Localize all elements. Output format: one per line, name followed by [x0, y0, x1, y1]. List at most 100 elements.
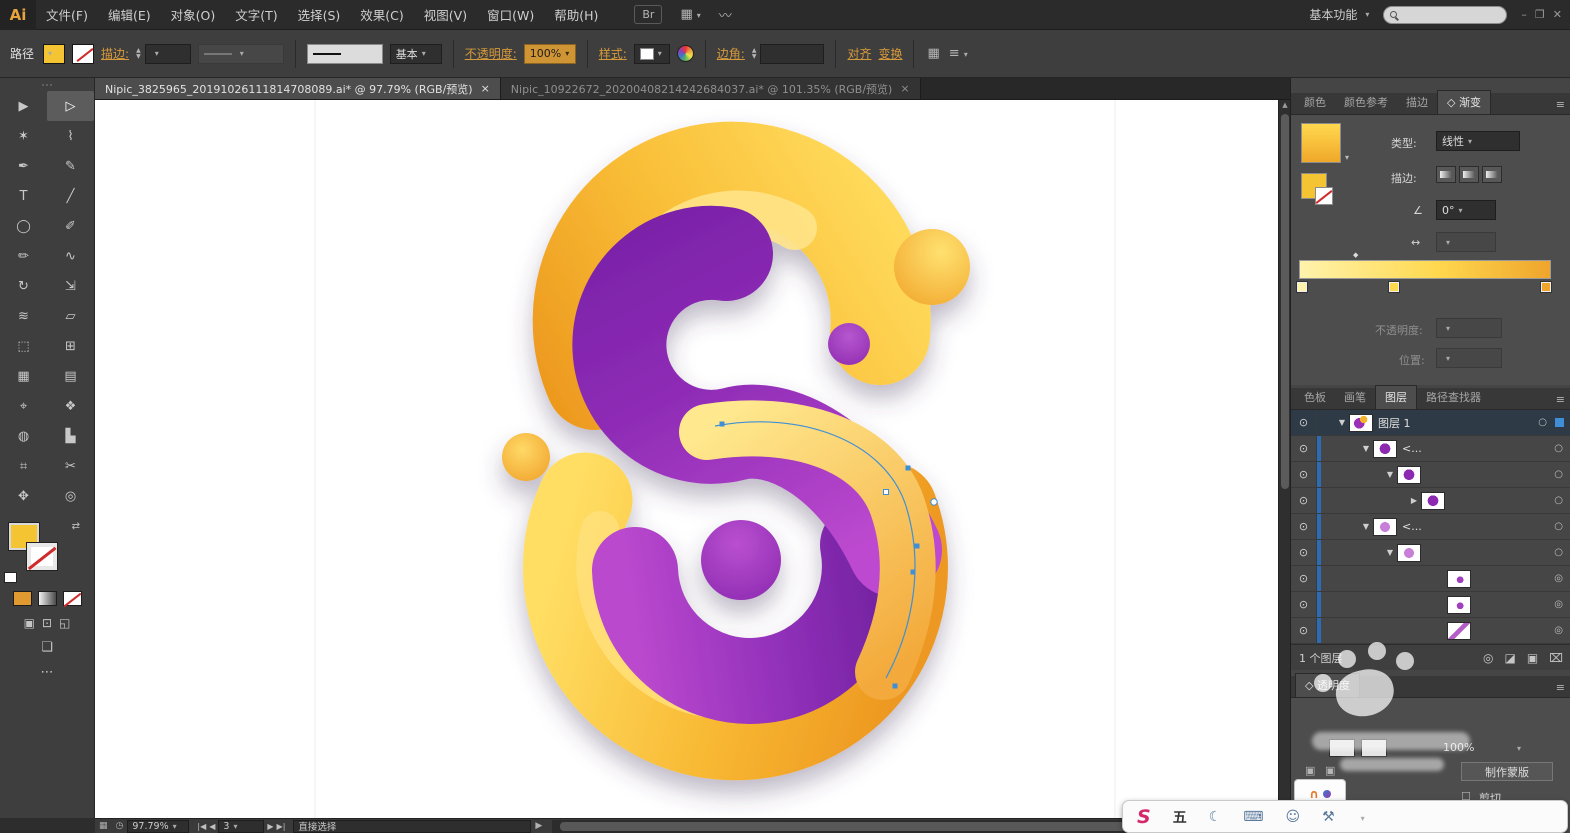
tab-brushes[interactable]: 画笔	[1335, 386, 1375, 409]
arrange-documents-icon[interactable]: ▦	[680, 7, 700, 22]
gradient-stroke-proxy[interactable]	[1315, 187, 1333, 205]
width-tool[interactable]: ≋	[0, 301, 47, 331]
gradient-stroke-across-button[interactable]	[1482, 166, 1502, 183]
new-layer-icon[interactable]: ▣	[1527, 651, 1538, 665]
gradient-tool[interactable]: ▤	[47, 361, 94, 391]
next-artboard-icon[interactable]: ▶	[267, 822, 273, 831]
menu-effect[interactable]: 效果(C)	[350, 0, 413, 30]
layer-name[interactable]: <...	[1402, 520, 1422, 533]
ellipse-tool[interactable]: ◯	[0, 211, 47, 241]
first-artboard-icon[interactable]: |◀	[197, 822, 206, 831]
visibility-eye-icon[interactable]: ⊙	[1291, 410, 1317, 435]
paintbrush-tool[interactable]: ✐	[47, 211, 94, 241]
opacity-link[interactable]: 不透明度:	[465, 45, 517, 62]
tab-color-guide[interactable]: 颜色参考	[1335, 91, 1397, 114]
stroke-weight-field[interactable]	[144, 43, 191, 64]
tab-color[interactable]: 颜色	[1295, 91, 1335, 114]
close-icon[interactable]: ✕	[1553, 8, 1562, 21]
isolate-icon[interactable]: ▦	[927, 46, 939, 61]
perspective-grid-tool[interactable]: ⊞	[47, 331, 94, 361]
make-mask-button[interactable]: 制作蒙版	[1461, 762, 1553, 781]
toolbar-grip[interactable]	[0, 78, 94, 91]
shaper-tool[interactable]: ∿	[47, 241, 94, 271]
visibility-eye-icon[interactable]: ⊙	[1291, 592, 1317, 617]
line-segment-tool[interactable]: ╱	[47, 181, 94, 211]
expand-arrow-icon[interactable]: ▼	[1359, 522, 1373, 531]
target-circle-icon[interactable]: ◎	[1554, 625, 1563, 636]
menu-type[interactable]: 文字(T)	[225, 0, 287, 30]
ime-toolbar[interactable]: S 五 ☾ ⌨ ☺ ⚒	[1122, 800, 1568, 833]
zoom-tool[interactable]: ◎	[47, 481, 94, 511]
draw-inside-button[interactable]: ◱	[59, 616, 70, 630]
default-fill-stroke-icon[interactable]	[4, 572, 17, 583]
expand-arrow-icon[interactable]: ▼	[1359, 444, 1373, 453]
brush-definition-dropdown[interactable]: 基本	[389, 43, 442, 64]
horizontal-scroll-thumb[interactable]	[560, 821, 1171, 831]
ime-mode-wubi[interactable]: 五	[1173, 807, 1187, 827]
tab-stroke[interactable]: 描边	[1397, 91, 1437, 114]
canvas-vertical-scrollbar[interactable]: ▲ ▼	[1278, 100, 1290, 818]
visibility-eye-icon[interactable]: ⊙	[1291, 514, 1317, 539]
width-profile-dropdown[interactable]	[197, 43, 284, 64]
shape-builder-tool[interactable]: ⬚	[0, 331, 47, 361]
tab-close-icon[interactable]: ×	[481, 82, 490, 95]
aspect-ratio-field[interactable]	[1436, 232, 1496, 252]
vertical-scroll-thumb[interactable]	[1281, 114, 1289, 489]
app-logo[interactable]: Ai	[0, 0, 36, 30]
blend-mode-field-2[interactable]	[1361, 739, 1387, 757]
document-tab[interactable]: Nipic_10922672_20200408214242684037.ai* …	[500, 78, 921, 99]
layer-row[interactable]: ⊙ ▼ ○	[1291, 540, 1570, 566]
hand-tool[interactable]: ✥	[0, 481, 47, 511]
status-clock-icon[interactable]: ◷	[116, 821, 124, 831]
draw-normal-button[interactable]: ▣	[24, 616, 35, 630]
stop-location-field[interactable]	[1436, 348, 1502, 368]
corner-field[interactable]	[760, 43, 825, 64]
target-circle-icon[interactable]: ○	[1554, 521, 1563, 532]
status-expand-icon[interactable]: ▶	[535, 821, 542, 831]
menu-window[interactable]: 窗口(W)	[477, 0, 544, 30]
gradient-swatch-dropdown-icon[interactable]: ▾	[1345, 153, 1349, 162]
tab-pathfinder[interactable]: 路径查找器	[1417, 386, 1490, 409]
panel-menu-icon[interactable]: ≡	[1556, 98, 1565, 114]
panel-menu-icon[interactable]: ≡	[1556, 681, 1565, 697]
layer-row[interactable]: ⊙ ▶ ○	[1291, 488, 1570, 514]
zoom-level-dropdown[interactable]: 97.79%	[127, 819, 190, 833]
gradient-angle-field[interactable]: 0°	[1436, 200, 1496, 220]
gradient-stop[interactable]	[1388, 281, 1400, 293]
pen-tool[interactable]: ✒	[0, 151, 47, 181]
last-artboard-icon[interactable]: ▶|	[277, 822, 286, 831]
opacity-field[interactable]: 100%	[523, 43, 576, 64]
magic-wand-tool[interactable]: ✶	[0, 121, 47, 151]
panel-menu-icon[interactable]: ≡	[1556, 393, 1565, 409]
transform-link[interactable]: 变换	[878, 45, 902, 62]
graph-tool[interactable]: ▙	[47, 421, 94, 451]
gradient-mode-button[interactable]	[37, 591, 57, 606]
delete-layer-icon[interactable]: ⌧	[1549, 651, 1563, 665]
gradient-type-dropdown[interactable]: 线性	[1436, 131, 1520, 151]
status-tool-field[interactable]: 直接选择	[293, 819, 532, 833]
none-mode-button[interactable]	[62, 591, 82, 606]
brush-preview-field[interactable]	[306, 43, 383, 64]
layer-row[interactable]: ⊙ ▼ <... ○	[1291, 514, 1570, 540]
stroke-color-box[interactable]	[26, 542, 58, 571]
blend-tool[interactable]: ❖	[47, 391, 94, 421]
free-transform-tool[interactable]: ▱	[47, 301, 94, 331]
tab-gradient[interactable]: ◇ 渐变	[1437, 90, 1491, 114]
layer-row[interactable]: ⊙ ◎	[1291, 566, 1570, 592]
slice-tool[interactable]: ✂	[47, 451, 94, 481]
eyedropper-tool[interactable]: ⌖	[0, 391, 47, 421]
bridge-button[interactable]: Br	[634, 5, 663, 24]
visibility-eye-icon[interactable]: ⊙	[1291, 618, 1317, 643]
layer-name[interactable]: <...	[1402, 442, 1422, 455]
visibility-eye-icon[interactable]: ⊙	[1291, 462, 1317, 487]
restore-icon[interactable]: ❐	[1535, 8, 1545, 21]
selection-tool[interactable]: ▶	[0, 91, 47, 121]
gradient-stop[interactable]	[1296, 281, 1308, 293]
ime-keyboard-icon[interactable]: ⌨	[1243, 809, 1263, 825]
target-circle-icon[interactable]: ○	[1538, 417, 1547, 428]
minimize-icon[interactable]: –	[1521, 8, 1527, 21]
visibility-eye-icon[interactable]: ⊙	[1291, 436, 1317, 461]
rotate-tool[interactable]: ↻	[0, 271, 47, 301]
tab-close-icon[interactable]: ×	[900, 82, 909, 95]
layer-row[interactable]: ⊙ ◎	[1291, 618, 1570, 644]
